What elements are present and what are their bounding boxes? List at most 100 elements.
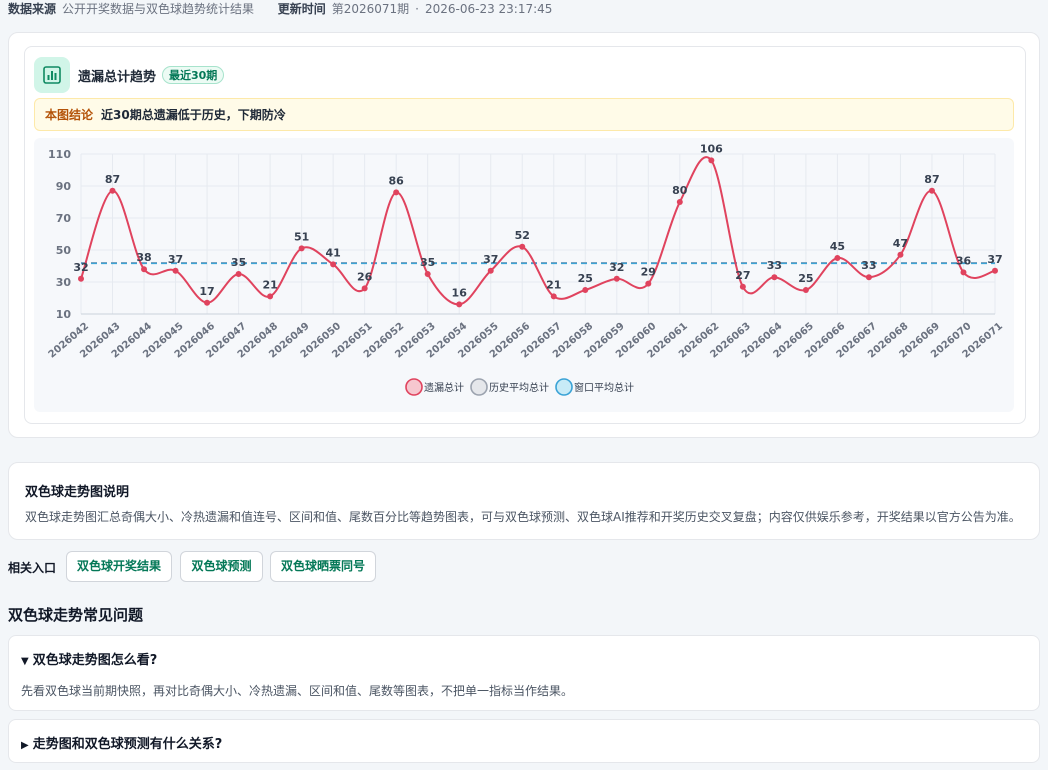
period-badge: 最近30期 xyxy=(162,66,225,84)
data-point xyxy=(739,283,746,290)
y-tick-label: 50 xyxy=(56,244,72,257)
update-time: 2026-06-23 23:17:45 xyxy=(424,2,553,16)
legend-window-swatch xyxy=(555,378,573,396)
data-point xyxy=(330,261,337,268)
data-point xyxy=(267,293,274,300)
description-text: 双色球走势图汇总奇偶大小、冷热遗漏和值连号、区间和值、尾数百分比等趋势图表，可与… xyxy=(25,510,1021,524)
data-label: 21 xyxy=(262,278,277,291)
data-label: 29 xyxy=(641,266,656,279)
data-label: 32 xyxy=(73,261,88,274)
chart-conclusion: 本图结论 近30期总遗漏低于历史，下期防冷 xyxy=(34,98,1014,131)
data-point xyxy=(172,267,179,274)
data-point xyxy=(613,275,620,282)
source-label: 数据来源 xyxy=(8,2,57,16)
source-value: 公开开奖数据与双色球趋势统计结果 xyxy=(62,2,255,16)
bar-chart-icon xyxy=(34,57,70,93)
data-point xyxy=(928,187,935,194)
data-label: 37 xyxy=(987,253,1002,266)
data-label: 17 xyxy=(199,285,214,298)
legend-total-swatch xyxy=(405,378,423,396)
meta-bar: 数据来源 公开开奖数据与双色球趋势统计结果 更新时间 第2026071期 · 2026-… xyxy=(8,0,552,17)
data-label: 38 xyxy=(136,251,151,264)
data-point xyxy=(109,187,116,194)
data-label: 35 xyxy=(231,256,246,269)
data-point xyxy=(708,157,715,164)
data-point xyxy=(897,251,904,258)
data-label: 37 xyxy=(483,253,498,266)
faq-item[interactable]: ▶ 走势图和双色球预测有什么关系? xyxy=(8,719,1040,763)
data-label: 41 xyxy=(325,246,340,259)
data-point xyxy=(676,199,683,205)
link-prediction-button[interactable]: 双色球预测 xyxy=(180,551,263,582)
meta-separator: · xyxy=(415,2,419,16)
data-label: 36 xyxy=(956,254,972,267)
data-point xyxy=(992,267,998,274)
faq-answer: 先看双色球当前期快照，再对比奇偶大小、冷热遗漏、区间和值、尾数等图表，不把单一指… xyxy=(21,684,574,698)
faq-question-text: 双色球走势图怎么看? xyxy=(32,653,158,668)
data-point xyxy=(204,299,211,306)
data-label: 26 xyxy=(357,270,373,283)
y-tick-label: 30 xyxy=(56,276,72,289)
data-label: 87 xyxy=(924,173,939,186)
data-point xyxy=(802,287,809,293)
y-tick-label: 70 xyxy=(56,212,72,225)
data-point xyxy=(582,287,589,293)
data-label: 21 xyxy=(546,278,561,291)
legend-history-label: 历史平均总计 xyxy=(489,381,549,394)
data-label: 37 xyxy=(168,253,183,266)
y-tick-label: 90 xyxy=(56,180,72,193)
data-point xyxy=(235,271,242,277)
data-label: 52 xyxy=(515,229,530,242)
data-point xyxy=(865,274,872,281)
data-label: 35 xyxy=(420,256,435,269)
data-label: 51 xyxy=(294,230,309,243)
data-label: 32 xyxy=(609,261,624,274)
caret-right-icon: ▶ xyxy=(21,740,29,751)
data-label: 87 xyxy=(105,173,120,186)
faq-item[interactable]: ▼ 双色球走势图怎么看? 先看双色球当前期快照，再对比奇偶大小、冷热遗漏、区间和值… xyxy=(8,635,1040,711)
data-label: 27 xyxy=(735,269,750,282)
data-label: 45 xyxy=(830,240,845,253)
data-point xyxy=(78,275,84,282)
conclusion-label: 本图结论 xyxy=(45,108,94,122)
data-point xyxy=(834,255,841,261)
data-label: 80 xyxy=(672,184,688,197)
conclusion-text: 近30期总遗漏低于历史，下期防冷 xyxy=(101,108,286,122)
y-tick-label: 10 xyxy=(56,308,72,321)
data-label: 33 xyxy=(767,259,782,272)
data-point xyxy=(519,243,526,250)
data-point xyxy=(645,280,652,287)
update-label: 更新时间 xyxy=(277,2,326,16)
link-results-button[interactable]: 双色球开奖结果 xyxy=(66,551,172,582)
legend-window-label: 窗口平均总计 xyxy=(574,381,634,394)
data-point xyxy=(141,266,148,273)
faq-heading: 双色球走势常见问题 xyxy=(8,606,144,624)
issue-number: 第2026071期 xyxy=(331,2,410,16)
y-tick-label: 110 xyxy=(48,148,71,161)
data-point xyxy=(424,271,431,277)
trend-chart: 1109070503010202604220260432026044202604… xyxy=(47,142,1005,396)
link-ticket-share-button[interactable]: 双色球晒票同号 xyxy=(270,551,376,582)
data-point xyxy=(550,293,557,300)
data-label: 86 xyxy=(389,174,405,187)
data-label: 106 xyxy=(700,142,723,155)
legend-history-swatch xyxy=(470,378,488,396)
data-point xyxy=(771,274,778,281)
faq-question[interactable]: ▼ 双色球走势图怎么看? xyxy=(21,649,157,668)
faq-question[interactable]: ▶ 走势图和双色球预测有什么关系? xyxy=(21,733,222,752)
data-label: 47 xyxy=(893,237,908,250)
data-point xyxy=(456,301,463,308)
data-point xyxy=(361,285,368,292)
data-label: 33 xyxy=(861,259,876,272)
data-point xyxy=(393,189,400,196)
description-title: 双色球走势图说明 xyxy=(25,485,130,500)
caret-down-icon: ▼ xyxy=(21,656,29,667)
data-point xyxy=(487,267,494,274)
card-title: 遗漏总计趋势 xyxy=(78,70,157,85)
data-point xyxy=(298,245,305,252)
related-label: 相关入口 xyxy=(8,561,57,575)
data-label: 16 xyxy=(452,286,468,299)
data-label: 25 xyxy=(798,272,813,285)
legend-total-label: 遗漏总计 xyxy=(424,381,464,394)
chart-area: 110 90 70 50 30 10 2026042 2026043 2026044 202604… xyxy=(34,138,1014,412)
